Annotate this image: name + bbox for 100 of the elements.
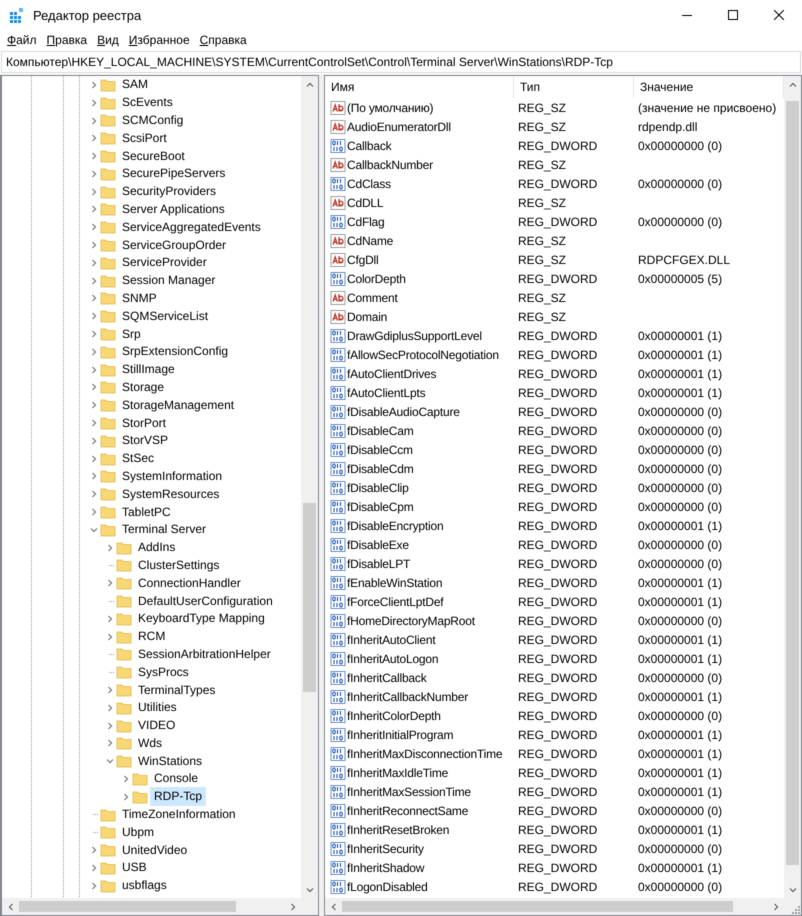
value-name[interactable]: fDisableClip [347, 480, 409, 494]
menu-item[interactable]: Файл [2, 30, 42, 50]
tree-item[interactable]: Terminal Server [118, 520, 210, 540]
tree-item[interactable]: ClusterSettings [134, 556, 224, 575]
expand-icon[interactable] [90, 134, 98, 142]
tree-item[interactable]: SAM [118, 76, 152, 94]
expand-icon[interactable] [90, 80, 98, 89]
tree-item[interactable]: SNMP [118, 288, 161, 308]
value-name[interactable]: fInheritCallbackNumber [347, 690, 468, 704]
value-name[interactable]: fDisableExe [347, 538, 409, 552]
menu-item[interactable]: Вид [92, 30, 124, 50]
expand-icon[interactable] [90, 276, 98, 285]
value-name[interactable]: Domain [347, 310, 388, 324]
expand-icon[interactable] [106, 739, 114, 748]
expand-icon[interactable] [106, 686, 114, 694]
expand-icon[interactable] [90, 241, 98, 250]
tree-item[interactable]: StorVSP [118, 431, 172, 450]
value-name[interactable]: ColorDepth [347, 272, 406, 286]
tree-item[interactable]: Console [150, 769, 202, 788]
value-name[interactable]: CdDLL [347, 196, 384, 210]
tree-item[interactable]: AddIns [134, 538, 180, 558]
value-name[interactable]: fInheritColorDepth [347, 708, 441, 722]
value-name[interactable]: fAutoClientDrives [347, 366, 436, 380]
scroll-right-icon[interactable] [772, 902, 780, 910]
value-name[interactable]: fForceClientLptDef [347, 594, 444, 608]
expand-icon[interactable] [106, 722, 114, 730]
expand-icon[interactable] [106, 544, 114, 552]
tree-item[interactable]: Storage [118, 378, 168, 397]
tree-item[interactable]: SysProcs [134, 662, 193, 682]
expand-icon[interactable] [90, 223, 98, 232]
value-name[interactable]: fAutoClientLpts [347, 386, 426, 400]
value-name[interactable]: CdName [347, 234, 394, 248]
tree-item[interactable]: TerminalTypes [134, 680, 220, 700]
value-name[interactable]: fAllowSecProtocolNegotiation [347, 348, 499, 362]
tree-item[interactable]: RDP-Tcp [150, 787, 206, 806]
scroll-down-icon[interactable] [306, 886, 314, 894]
tree-item[interactable]: StillImage [118, 360, 179, 380]
expand-icon[interactable] [90, 508, 98, 516]
expand-icon[interactable] [90, 490, 98, 498]
value-name[interactable]: fDisableCpm [347, 500, 414, 514]
value-name[interactable]: CdClass [347, 176, 391, 190]
expand-icon[interactable] [90, 98, 98, 107]
value-name[interactable]: fHomeDirectoryMapRoot [347, 614, 475, 628]
tree-item[interactable]: Session Manager [118, 271, 220, 290]
expand-icon[interactable] [90, 401, 98, 410]
expand-icon[interactable] [90, 436, 98, 445]
scroll-thumb[interactable] [786, 100, 799, 866]
value-name[interactable]: fInheritSecurity [347, 842, 424, 856]
value-name[interactable]: fInheritShadow [347, 860, 424, 874]
value-name[interactable]: fDisableCdm [347, 462, 414, 476]
menu-item[interactable]: Справка [194, 30, 252, 50]
value-name[interactable]: fInheritMaxDisconnectionTime [347, 746, 502, 760]
tree-item[interactable]: SessionArbitrationHelper [134, 644, 275, 664]
expand-icon[interactable] [122, 774, 130, 783]
scroll-thumb[interactable] [19, 901, 236, 912]
value-name[interactable]: fDisableAudioCapture [347, 404, 460, 418]
tree-item[interactable]: SecureBoot [118, 146, 189, 166]
scroll-left-icon[interactable] [330, 902, 338, 910]
expand-icon[interactable] [90, 454, 98, 463]
tree-item[interactable]: Srp [118, 324, 145, 344]
value-name[interactable]: fInheritReconnectSame [347, 804, 468, 818]
expand-icon[interactable] [90, 294, 98, 302]
tree-item[interactable]: ServiceGroupOrder [118, 236, 230, 255]
expand-icon[interactable] [90, 188, 98, 196]
expand-icon[interactable] [90, 170, 98, 178]
scroll-thumb[interactable] [342, 901, 733, 912]
value-name[interactable]: fInheritAutoLogon [347, 652, 438, 666]
value-name[interactable]: CfgDll [347, 252, 378, 266]
value-name[interactable]: fInheritMaxSessionTime [347, 784, 471, 798]
expand-icon[interactable] [90, 864, 98, 872]
value-name[interactable]: AudioEnumeratorDll [347, 120, 451, 134]
expand-icon[interactable] [90, 116, 98, 124]
tree-item[interactable]: SystemInformation [118, 466, 226, 486]
value-name[interactable]: Comment [347, 290, 398, 304]
value-name[interactable]: CallbackNumber [347, 158, 433, 172]
scroll-right-icon[interactable] [288, 902, 296, 910]
tree-item[interactable]: WinStations [134, 752, 206, 771]
tree-item[interactable]: UnitedVideo [118, 840, 192, 860]
value-name[interactable]: fInheritAutoClient [347, 632, 436, 646]
tree-item[interactable]: SecurityProviders [118, 182, 220, 202]
expand-icon[interactable] [106, 704, 114, 712]
expand-icon[interactable] [106, 579, 114, 588]
value-name[interactable]: CdFlag [347, 214, 384, 228]
tree-item[interactable]: SecurePipeServers [118, 164, 230, 184]
vertical-scrollbar[interactable] [301, 76, 318, 898]
tree-item[interactable]: TabletPC [118, 502, 175, 522]
expand-icon[interactable] [122, 792, 130, 801]
collapse-icon[interactable] [90, 526, 98, 534]
tree-item[interactable]: TimeZoneInformation [118, 805, 240, 824]
expand-icon[interactable] [90, 882, 98, 890]
menu-item[interactable]: Правка [42, 30, 92, 50]
tree-item[interactable]: ServiceProvider [118, 253, 211, 272]
tree-item[interactable]: KeyboardType Mapping [134, 609, 269, 628]
vertical-scrollbar[interactable] [784, 76, 801, 898]
expand-icon[interactable] [90, 258, 98, 267]
expand-icon[interactable] [90, 330, 98, 338]
tree-item[interactable]: ScEvents [118, 93, 177, 112]
value-name[interactable]: Callback [347, 138, 392, 152]
collapse-icon[interactable] [106, 757, 114, 766]
expand-icon[interactable] [90, 205, 98, 214]
